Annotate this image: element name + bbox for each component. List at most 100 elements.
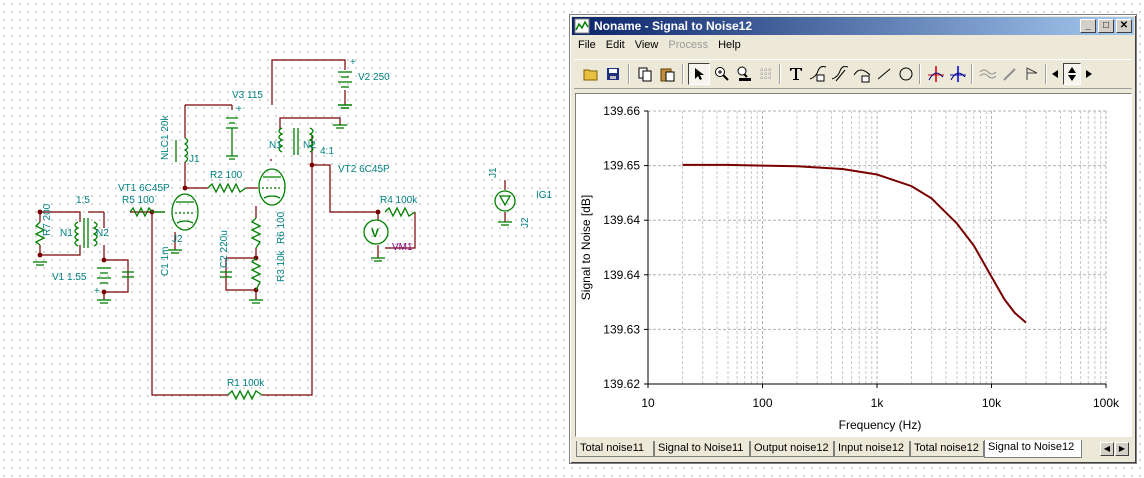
toolbar-separator [1045,64,1047,84]
label-r2: R2 100 [210,170,243,181]
flag-icon [1026,67,1038,80]
battery-v1[interactable] [97,267,111,284]
curve-label-button[interactable] [807,63,829,85]
tab-scroll-right-button[interactable]: ▶ [1115,442,1129,456]
tab-signal-to-noise12[interactable]: Signal to Noise12 [984,440,1082,458]
window-title: Noname - Signal to Noise12 [594,19,753,33]
menu-file[interactable]: File [574,37,602,55]
tube-vt2[interactable] [258,168,286,206]
pointer-icon [695,68,704,80]
text-icon [790,68,802,80]
minimize-button[interactable]: _ [1080,19,1096,33]
resistor-r2[interactable] [207,182,247,194]
label-r4: R4 100k [380,195,418,206]
cursor-b-icon [950,66,966,82]
label-v1: V1 1.55 [52,272,87,283]
menu-view[interactable]: View [631,37,665,55]
inductor-nlc1[interactable] [175,137,189,163]
plus-sign-v2: + [350,57,356,68]
tab-scroll-left-button[interactable]: ◀ [1100,442,1114,456]
line-button[interactable] [873,63,895,85]
x-tick-label: 1k [871,396,885,410]
current-generator-ig1[interactable] [494,190,516,212]
zoom-in-button[interactable] [711,63,733,85]
label-v2: V2 250 [358,72,390,83]
y-tick-label: 139.65 [603,159,640,173]
grid-button[interactable] [755,63,777,85]
close-button[interactable]: ✕ [1116,19,1132,33]
pen-button[interactable] [999,63,1021,85]
y-tick-label: 139.62 [603,377,640,391]
menu-process[interactable]: Process [664,37,714,55]
y-tick-label: 139.64 [603,268,640,282]
toolbar-separator [628,64,630,84]
tab-output-noise12[interactable]: Output noise12 [750,441,834,457]
cursor-b-button[interactable] [947,63,969,85]
open-icon [583,69,598,81]
x-axis-label: Frequency (Hz) [839,418,922,432]
y-tick-label: 139.66 [603,104,640,118]
wave-button[interactable] [977,63,999,85]
copy-icon [638,67,652,82]
copy-button[interactable] [634,63,656,85]
tab-total-noise12[interactable]: Total noise12 [910,441,984,457]
grid-icon [760,68,772,80]
scroll-right-button[interactable] [1082,63,1096,85]
toolbar-separator [779,64,781,84]
pointer-button[interactable] [688,63,710,85]
save-button[interactable] [602,63,624,85]
transformer-input[interactable] [74,218,98,248]
circle-icon [899,67,913,81]
window-titlebar[interactable]: Noname - Signal to Noise12 _ □ ✕ [572,17,1134,35]
battery-v3[interactable] [226,117,238,160]
plus-sign-v3: + [236,104,242,115]
zoom-100-icon [737,66,751,81]
resistor-r3[interactable] [250,257,262,291]
plus-sign-v1: + [94,286,100,297]
label-vm1: VM1 [392,242,413,253]
label-n1-in: N1 [60,228,73,239]
cursor-a-button[interactable] [925,63,947,85]
tab-total-noise11[interactable]: Total noise11 [576,441,654,457]
tab-input-noise12[interactable]: Input noise12 [834,441,910,457]
label-c1: C1 1m [160,247,171,276]
label-r3: R3 10k [276,249,287,282]
tab-signal-to-noise11[interactable]: Signal to Noise11 [654,441,750,457]
resistor-r1[interactable] [227,389,263,401]
line-icon [877,68,891,80]
analysis-window[interactable]: Noname - Signal to Noise12 _ □ ✕ File Ed… [569,14,1137,464]
scroll-updown-button[interactable] [1063,63,1081,85]
label-ig1-j2: J2 [520,217,531,228]
menu-help[interactable]: Help [714,37,747,55]
label-r6: R6 100 [276,211,287,244]
zoom-100-button[interactable] [733,63,755,85]
curve-tag-button[interactable] [829,63,851,85]
tube-vt1[interactable] [171,193,199,231]
plot-area[interactable]: 139.66 139.65 139.64 139.64 139.63 139.62 10 10… [575,93,1132,437]
scroll-updown-icon [1068,67,1076,81]
label-v3: V3 115 [232,90,263,101]
tab-strip: Total noise11 Signal to Noise11 Output n… [574,440,1132,458]
label-n2-in: N2 [96,228,109,239]
y-tick-label: 139.64 [603,213,640,227]
circle-button[interactable] [895,63,917,85]
resistor-r6[interactable] [250,217,262,249]
open-button[interactable] [580,63,602,85]
resistor-r5[interactable] [129,206,165,218]
maximize-button[interactable]: □ [1098,19,1114,33]
signal-to-noise-chart: 139.66 139.65 139.64 139.64 139.63 139.6210 10… [579,104,1120,432]
scroll-left-button[interactable] [1048,63,1062,85]
label-n2-out: N2 [303,140,316,151]
text-button[interactable] [785,63,807,85]
zoom-in-icon [715,67,729,81]
menu-edit[interactable]: Edit [602,37,631,55]
label-ratio-4-1: 4:1 [320,146,334,157]
resistor-r4[interactable] [384,206,416,218]
flag-button[interactable] [1021,63,1043,85]
x-tick-label: 100 [752,396,772,410]
curve-edit-button[interactable] [851,63,873,85]
paste-button[interactable] [656,63,678,85]
wires [39,59,506,396]
y-axis-label: Signal to Noise [dB] [579,195,593,300]
cursor-a-icon [928,66,944,82]
